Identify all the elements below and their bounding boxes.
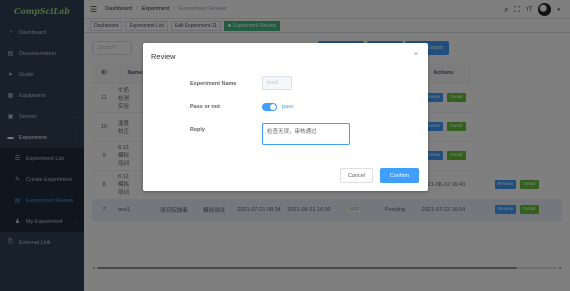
dialog-title: Review — [151, 52, 176, 61]
confirm-button[interactable]: Confirm — [380, 168, 419, 183]
reply-label: Reply — [190, 127, 205, 133]
experiment-name-field[interactable]: test1 — [262, 76, 292, 90]
close-icon[interactable]: × — [414, 51, 418, 58]
experiment-name-label: Experiment Name — [190, 81, 237, 87]
pass-switch-label: pass — [282, 104, 294, 110]
review-dialog: Review × Experiment Name test1 Pass or n… — [143, 43, 428, 191]
reply-textarea[interactable]: 检查无误，审核通过 — [262, 123, 350, 145]
cancel-button[interactable]: Cancel — [340, 168, 373, 183]
pass-label: Pass or not — [190, 104, 220, 110]
pass-switch[interactable] — [262, 103, 277, 111]
